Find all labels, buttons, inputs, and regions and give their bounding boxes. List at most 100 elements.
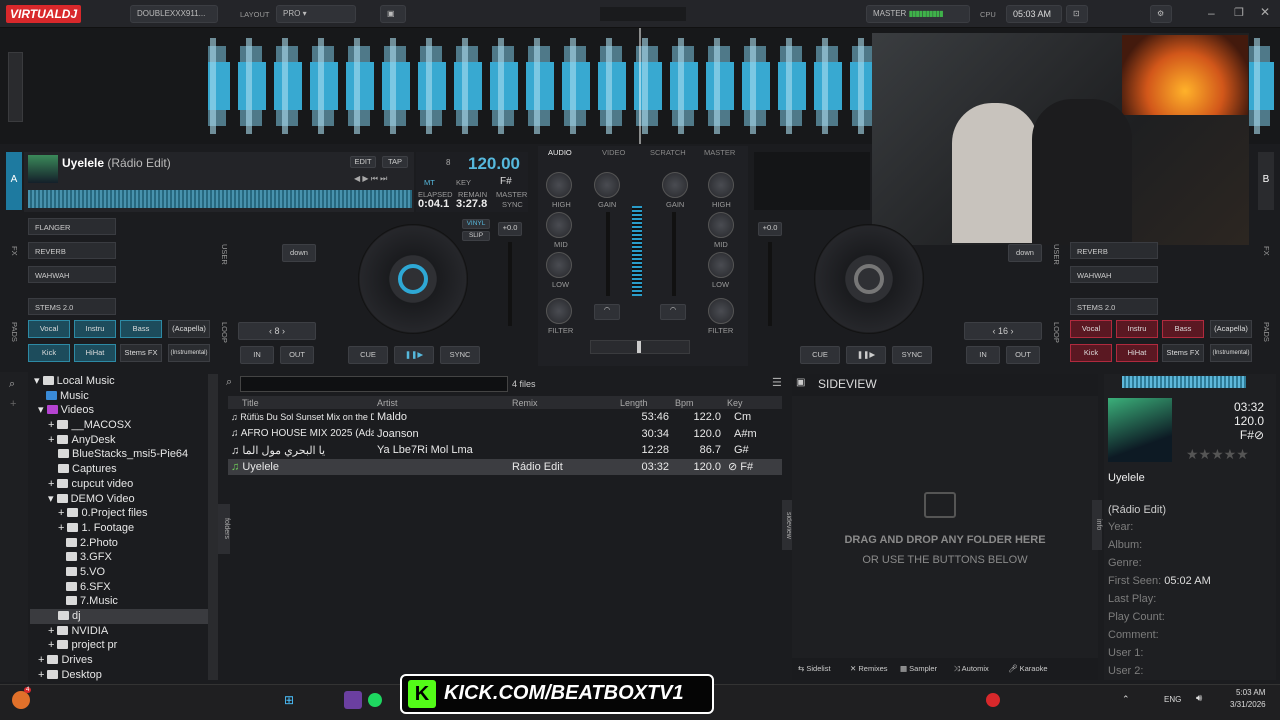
- cue-button-b[interactable]: CUE: [800, 346, 840, 364]
- col-title[interactable]: Title: [228, 396, 374, 409]
- deck-layout-icon[interactable]: [600, 7, 686, 21]
- tray-chevron-icon[interactable]: ⌃: [1122, 694, 1130, 705]
- deck-a-overview-waveform[interactable]: [28, 190, 412, 208]
- info-field[interactable]: Comment:: [1108, 626, 1268, 644]
- tree-item[interactable]: + 1. Footage: [30, 521, 208, 536]
- cube-icon[interactable]: ▣: [380, 5, 406, 23]
- maximize-icon[interactable]: ❐: [1234, 6, 1244, 19]
- tab-scratch[interactable]: SCRATCH: [650, 148, 686, 157]
- add-folder-icon[interactable]: +: [10, 398, 16, 410]
- info-field[interactable]: First Seen: 05:02 AM: [1108, 572, 1268, 590]
- fx-slot-2-a[interactable]: REVERB: [28, 242, 116, 259]
- vinyl-button[interactable]: VINYL: [462, 219, 490, 229]
- play-pause-button-b[interactable]: ❚❚▶: [846, 346, 886, 364]
- fx-slot-3-a[interactable]: WAHWAH: [28, 266, 116, 283]
- tree-item[interactable]: Music: [30, 389, 208, 404]
- virtualdj-taskbar-icon[interactable]: [986, 693, 1000, 707]
- col-bpm[interactable]: Bpm: [672, 396, 724, 409]
- stem-instrumental-a[interactable]: (Instrumental): [168, 344, 210, 362]
- filter-b-knob[interactable]: [708, 298, 734, 324]
- down-button-a[interactable]: down: [282, 244, 316, 262]
- tap-button[interactable]: TAP: [382, 156, 408, 168]
- karaoke-button[interactable]: 🎤︎ Karaoke: [1008, 664, 1048, 673]
- remixes-button[interactable]: ✕ Remixes: [850, 664, 888, 673]
- scrolling-waveform[interactable]: [0, 28, 1280, 245]
- eq-mid-b-knob[interactable]: [708, 212, 734, 238]
- close-icon[interactable]: ✕: [1260, 5, 1270, 19]
- sideview-drop-area[interactable]: DRAG AND DROP ANY FOLDER HERE OR USE THE…: [792, 396, 1098, 658]
- loop-out-b[interactable]: OUT: [1006, 346, 1040, 364]
- tree-item-selected[interactable]: dj: [30, 609, 208, 624]
- table-row[interactable]: ♫ يا البحري مول الما Ya Lbe7Ri Mol Lma 1…: [228, 442, 782, 459]
- col-key[interactable]: Key: [724, 396, 782, 409]
- sync-button-b[interactable]: SYNC: [892, 346, 932, 364]
- mt-label[interactable]: MT: [424, 178, 435, 187]
- volume-icon[interactable]: 🔊︎: [1196, 693, 1202, 704]
- sync-button-a[interactable]: SYNC: [440, 346, 480, 364]
- col-length[interactable]: Length: [617, 396, 672, 409]
- table-row[interactable]: ♫ AFRO HOUSE MIX 2025 (Adam Por... Joans…: [228, 426, 782, 443]
- eq-high-b-knob[interactable]: [708, 172, 734, 198]
- loop-in-a[interactable]: IN: [240, 346, 274, 364]
- info-tab[interactable]: info: [1092, 500, 1102, 550]
- windows-start-icon[interactable]: ⊞: [284, 693, 294, 707]
- loop-in-b[interactable]: IN: [966, 346, 1000, 364]
- stems-select-b[interactable]: STEMS 2.0: [1070, 298, 1158, 315]
- stem-fx-b[interactable]: Stems FX: [1162, 344, 1204, 362]
- tree-item[interactable]: + cupcut video: [30, 477, 208, 492]
- tree-item[interactable]: + Drives: [30, 653, 208, 668]
- stem-instru-a[interactable]: Instru: [74, 320, 116, 338]
- automix-button[interactable]: ⤨ Automix: [954, 664, 989, 674]
- eq-low-a-knob[interactable]: [546, 252, 572, 278]
- play-pause-button-a[interactable]: ❚❚▶: [394, 346, 434, 364]
- stem-bass-b[interactable]: Bass: [1162, 320, 1204, 338]
- stem-fx-a[interactable]: Stems FX: [120, 344, 162, 362]
- bpm-display[interactable]: 120.00: [468, 154, 520, 174]
- filter-a-knob[interactable]: [546, 298, 572, 324]
- eq-high-a-knob[interactable]: [546, 172, 572, 198]
- slip-button[interactable]: SLIP: [462, 231, 490, 241]
- stem-vocal-b[interactable]: Vocal: [1070, 320, 1112, 338]
- tab-audio[interactable]: AUDIO: [548, 148, 572, 157]
- settings-gear-icon[interactable]: ⚙: [1150, 5, 1172, 23]
- headphone-b-icon[interactable]: ◠: [660, 304, 686, 320]
- info-field[interactable]: Album:: [1108, 536, 1268, 554]
- tree-item[interactable]: 2.Photo: [30, 536, 208, 551]
- fx-slot-1-a[interactable]: FLANGER: [28, 218, 116, 235]
- info-field[interactable]: User 1:: [1108, 644, 1268, 662]
- deck-a-tag[interactable]: A: [6, 152, 22, 210]
- gain-a-knob[interactable]: [594, 172, 620, 198]
- stem-kick-b[interactable]: Kick: [1070, 344, 1112, 362]
- tree-item[interactable]: BlueStacks_msi5-Pie64: [30, 447, 208, 462]
- loop-out-a[interactable]: OUT: [280, 346, 314, 364]
- fx-slot-2-b[interactable]: WAHWAH: [1070, 266, 1158, 283]
- tree-item[interactable]: ▾ DEMO Video: [30, 492, 208, 507]
- zoom-slider[interactable]: [8, 52, 23, 122]
- tree-item[interactable]: 6.SFX: [30, 580, 208, 595]
- volume-fader-a[interactable]: [606, 212, 610, 296]
- fx-slot-1-b[interactable]: REVERB: [1070, 242, 1158, 259]
- stem-hihat-a[interactable]: HiHat: [74, 344, 116, 362]
- col-artist[interactable]: Artist: [374, 396, 509, 409]
- minimize-icon[interactable]: –: [1208, 6, 1215, 20]
- eq-mid-a-knob[interactable]: [546, 212, 572, 238]
- master-sync-label[interactable]: MASTER: [496, 190, 527, 199]
- info-field[interactable]: Last Play:: [1108, 590, 1268, 608]
- tree-item[interactable]: + 0.Project files: [30, 506, 208, 521]
- layout-select[interactable]: PRO ▾: [276, 5, 356, 23]
- tree-item[interactable]: 5.VO: [30, 565, 208, 580]
- search-icon[interactable]: ⌕: [9, 378, 15, 391]
- volume-fader-b[interactable]: [672, 212, 676, 296]
- sidelist-button[interactable]: ⇆ Sidelist: [798, 664, 831, 673]
- table-row-selected[interactable]: ♫ Uyelele Rádio Edit 03:32 120.0 ⊘ F#: [228, 458, 782, 475]
- tree-item[interactable]: + NVIDIA: [30, 624, 208, 639]
- rating-stars[interactable]: ★★★★★: [1186, 446, 1249, 464]
- language-indicator[interactable]: ENG: [1164, 695, 1181, 704]
- stem-acapella-a[interactable]: (Acapella): [168, 320, 210, 338]
- firefox-icon[interactable]: [12, 691, 30, 709]
- headphone-a-icon[interactable]: ◠: [594, 304, 620, 320]
- edit-button[interactable]: EDIT: [350, 156, 376, 168]
- transport-mini-icons[interactable]: ◀ ▶ ⏮ ⏭: [354, 174, 387, 184]
- taskbar-time[interactable]: 5:03 AM: [1236, 688, 1265, 697]
- cue-button-a[interactable]: CUE: [348, 346, 388, 364]
